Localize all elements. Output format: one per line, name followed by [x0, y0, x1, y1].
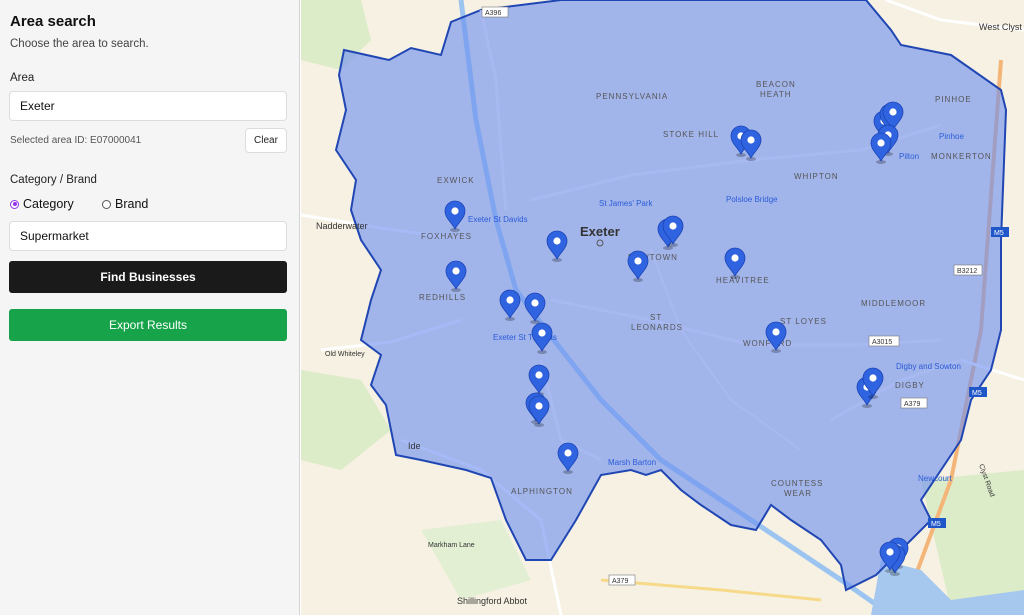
sidebar-subtitle: Choose the area to search. — [10, 38, 149, 50]
category-input[interactable] — [9, 221, 287, 251]
station-polsloe-bridge: Polsloe Bridge — [726, 195, 778, 204]
svg-text:M5: M5 — [931, 521, 941, 528]
station-exeter-st-davids: Exeter St Davids — [468, 215, 528, 224]
area-label-whipton: WHIPTON — [794, 172, 839, 181]
place-west-clyst: West Clyst — [979, 22, 1022, 32]
search-sidebar: Area search Choose the area to search. A… — [0, 0, 300, 615]
road-shield-a379-south: A379 — [608, 574, 636, 586]
radio-category-label: Category — [23, 197, 74, 211]
area-label-alphington: ALPHINGTON — [511, 487, 573, 496]
area-label-pinhoe: PINHOE — [935, 95, 972, 104]
area-label-st: ST — [650, 313, 662, 322]
area-label-exwick: EXWICK — [437, 176, 475, 185]
category-brand-label: Category / Brand — [10, 174, 97, 186]
area-label-stoke-hill: STOKE HILL — [663, 130, 719, 139]
station-st-james-park: St James' Park — [599, 199, 654, 208]
radio-category-circle[interactable] — [10, 199, 19, 209]
area-label-foxhayes: FOXHAYES — [421, 232, 472, 241]
area-label-countess: COUNTESS — [771, 479, 823, 488]
area-label-st-loyes: ST LOYES — [780, 317, 827, 326]
map-canvas[interactable]: PENNSYLVANIA BEACON HEATH PINHOE STOKE H… — [301, 0, 1024, 615]
svg-text:A396: A396 — [485, 10, 501, 17]
svg-text:A3015: A3015 — [872, 339, 892, 346]
clear-button[interactable]: Clear — [245, 128, 287, 153]
area-label-heath: HEATH — [760, 90, 792, 99]
station-newcourt: Newcourt — [918, 474, 953, 483]
radio-brand[interactable]: Brand — [102, 197, 148, 211]
station-digby-sowton: Digby and Sowton — [896, 362, 961, 371]
place-old-whiteley: Old Whiteley — [325, 351, 365, 358]
road-shield-m5-south: M5 — [928, 518, 946, 528]
road-shield-b3212: B3212 — [953, 264, 983, 276]
area-label-monkerton: MONKERTON — [931, 152, 992, 161]
place-ide: Ide — [408, 441, 421, 451]
area-label-beacon: BEACON — [756, 80, 796, 89]
station-pinhoe: Pinhoe — [939, 132, 964, 141]
road-shield-a396: A396 — [481, 6, 509, 18]
svg-text:A379: A379 — [904, 401, 920, 408]
radio-brand-label: Brand — [115, 197, 149, 211]
city-label-exeter: Exeter — [580, 224, 620, 239]
area-label-pennsylvania: PENNSYLVANIA — [596, 92, 668, 101]
station-marsh-barton: Marsh Barton — [608, 458, 656, 467]
svg-text:M5: M5 — [972, 390, 982, 397]
area-label-digby: DIGBY — [895, 381, 925, 390]
svg-text:A379: A379 — [612, 578, 628, 585]
area-label-wonford: WONFORD — [743, 339, 792, 348]
area-label-middlemoor: MIDDLEMOOR — [861, 299, 926, 308]
sidebar-title: Area search — [10, 13, 96, 30]
area-input[interactable] — [9, 91, 287, 121]
station-pilton: Pilton — [899, 152, 919, 161]
export-results-button[interactable]: Export Results — [9, 309, 287, 341]
area-label-heavitree: HEAVITREE — [716, 276, 770, 285]
place-nadderwater: Nadderwater — [316, 221, 368, 231]
find-businesses-button[interactable]: Find Businesses — [9, 261, 287, 293]
place-markham-lane: Markham Lane — [428, 542, 475, 549]
map-view[interactable]: PENNSYLVANIA BEACON HEATH PINHOE STOKE H… — [301, 0, 1024, 615]
road-shield-a3015: A3015 — [868, 335, 900, 347]
radio-category[interactable]: Category — [10, 197, 74, 211]
svg-text:B3212: B3212 — [957, 268, 977, 275]
place-shillingford-abbot: Shillingford Abbot — [457, 596, 528, 606]
svg-text:M5: M5 — [994, 230, 1004, 237]
radio-brand-circle[interactable] — [102, 199, 111, 209]
area-label-redhills: REDHILLS — [419, 293, 466, 302]
area-label-wear: WEAR — [784, 489, 812, 498]
area-label: Area — [10, 72, 35, 84]
area-label-leonards: LEONARDS — [631, 323, 683, 332]
road-shield-m5: M5 — [991, 227, 1009, 237]
road-shield-a379: A379 — [900, 397, 928, 409]
selected-area-id: Selected area ID: E07000041 — [10, 135, 142, 146]
road-shield-m5-mid: M5 — [969, 387, 987, 397]
